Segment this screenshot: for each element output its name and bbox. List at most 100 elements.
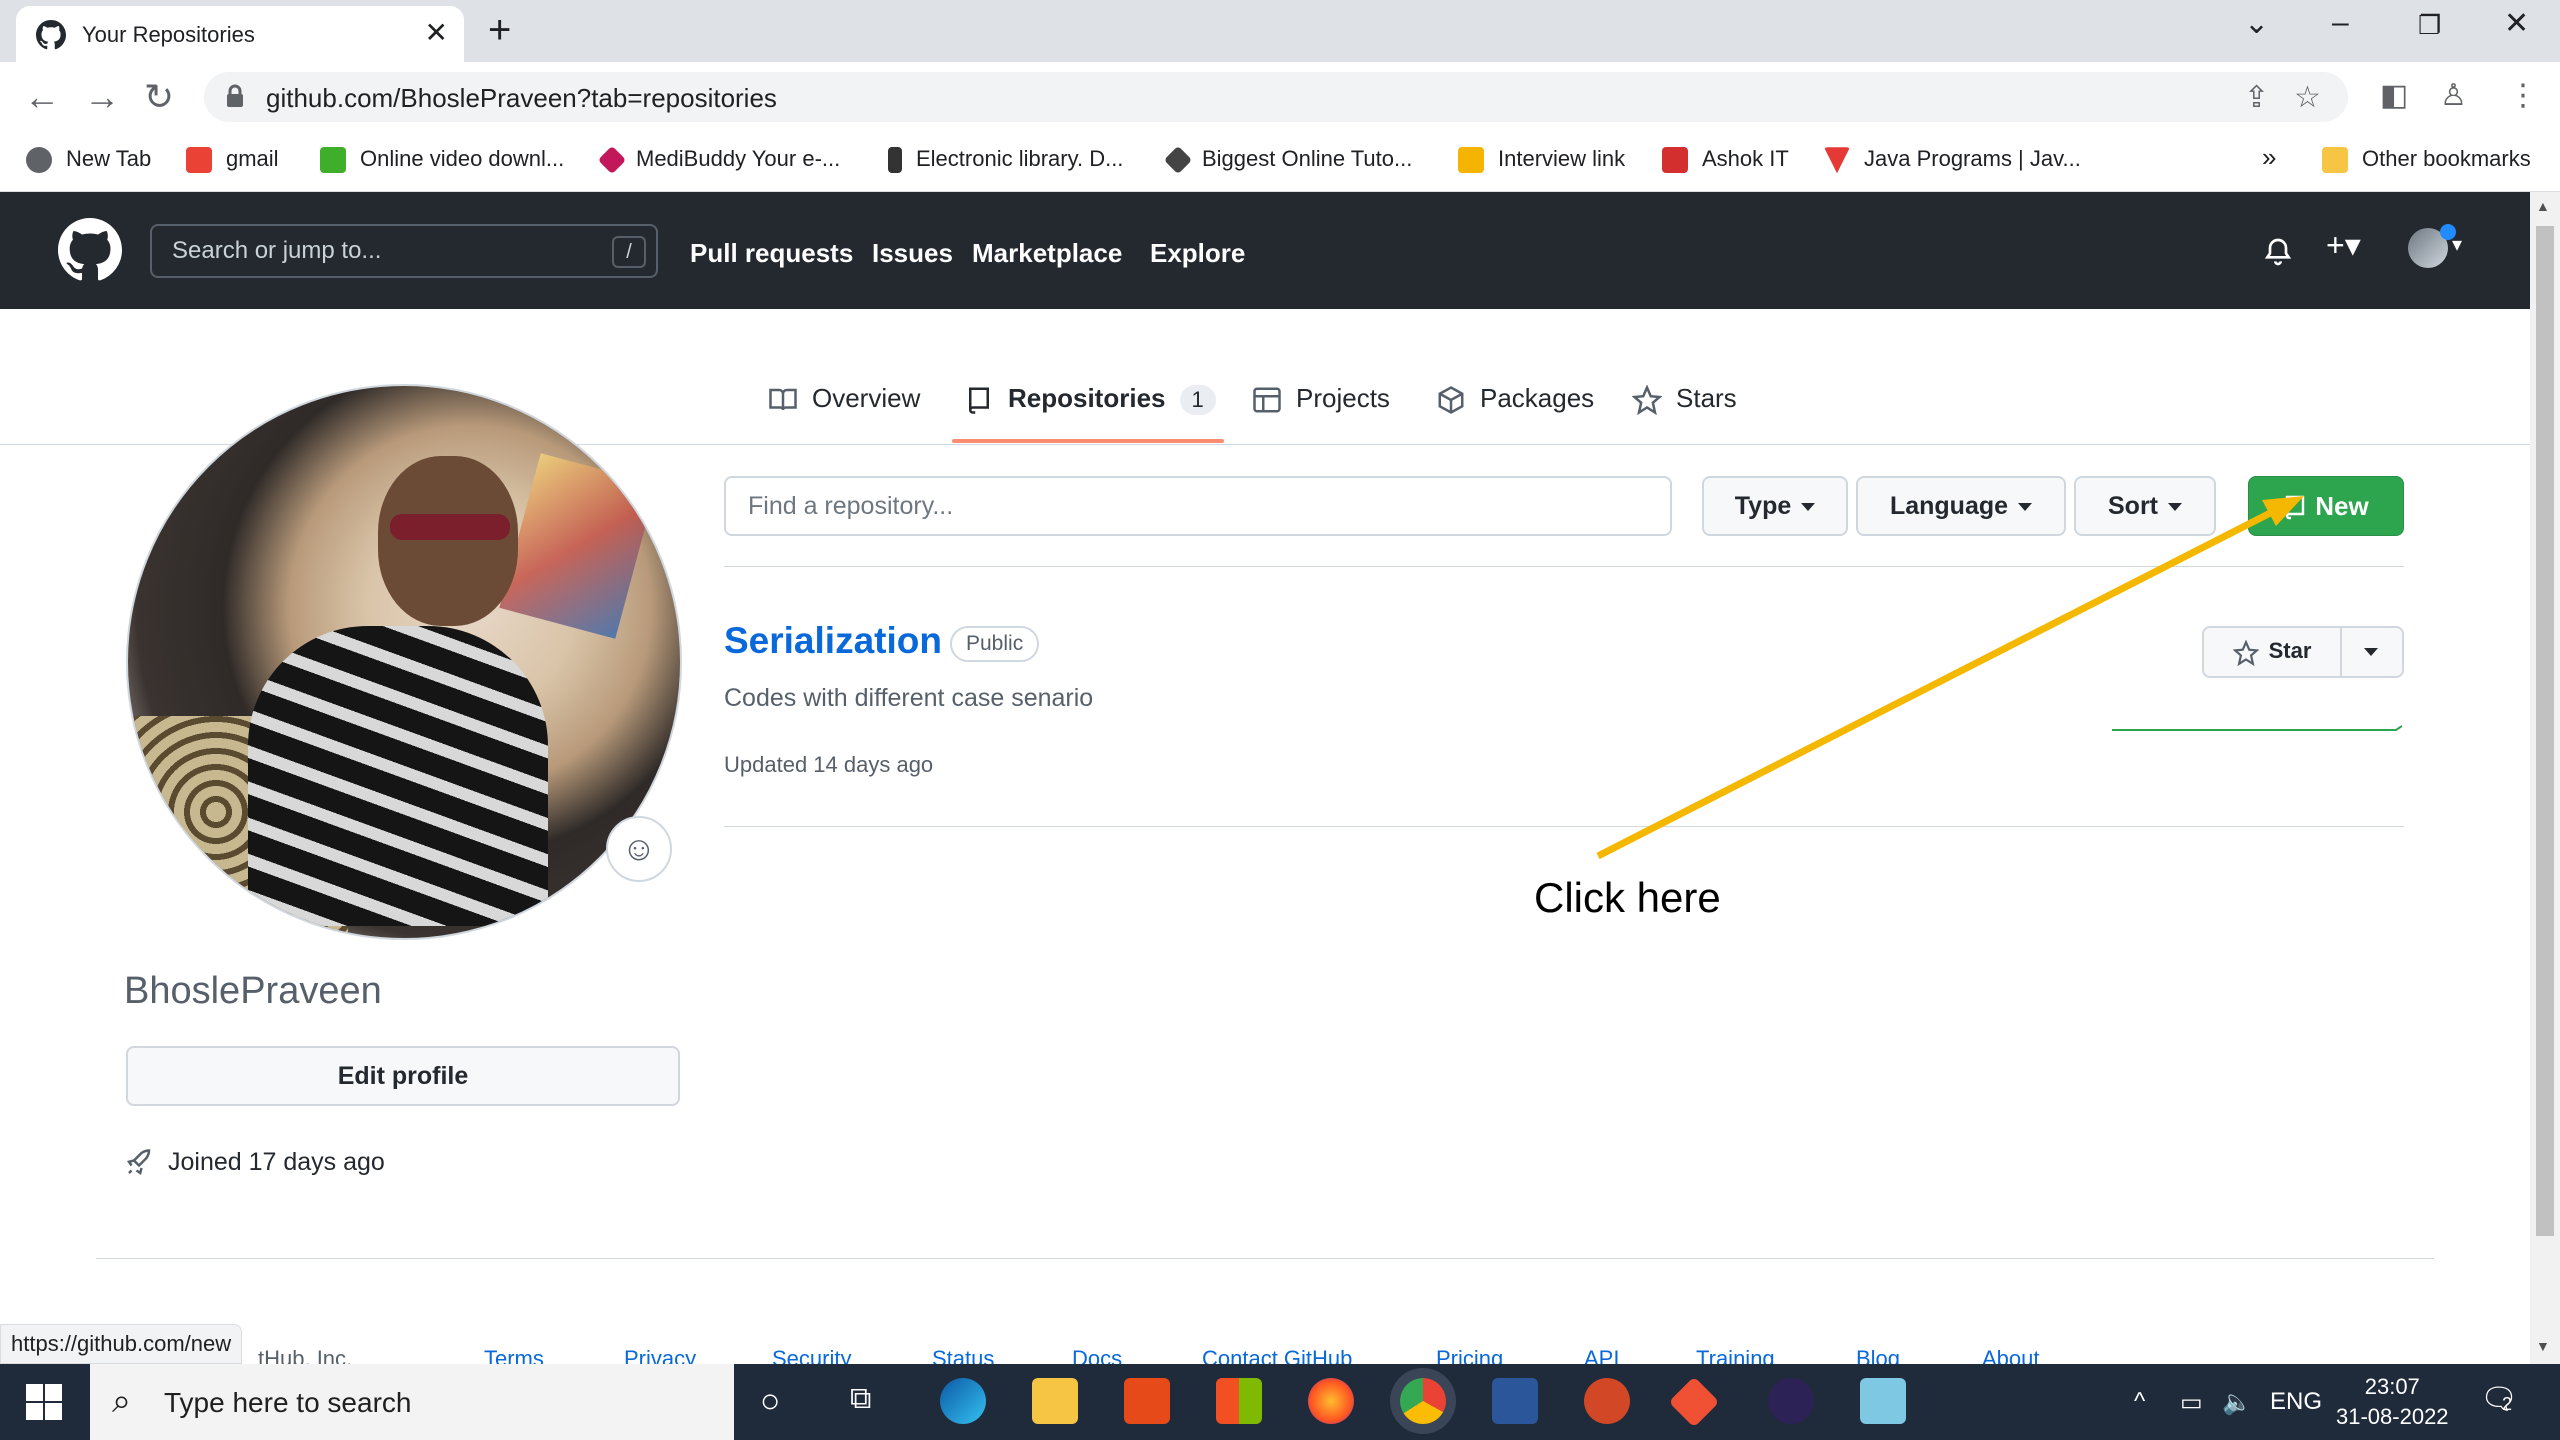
github-search[interactable]: /	[150, 224, 658, 278]
office-icon[interactable]	[1124, 1378, 1170, 1424]
store-icon[interactable]	[1216, 1378, 1262, 1424]
windows-start-icon[interactable]	[24, 1382, 64, 1422]
arrow-line	[1596, 502, 2286, 860]
chevron-down-icon	[2018, 502, 2033, 511]
link-status-url: https://github.com/new	[0, 1324, 243, 1364]
tab-packages[interactable]: Packages	[1436, 383, 1594, 415]
tab-projects[interactable]: Projects	[1252, 383, 1390, 415]
bookmark-ashok-it[interactable]: Ashok IT	[1662, 146, 1789, 174]
cortana-icon[interactable]: ○	[760, 1382, 781, 1421]
find-repository-input[interactable]	[724, 476, 1672, 536]
annotation-text: Click here	[1534, 874, 1721, 921]
bookmark-medibuddy[interactable]: MediBuddy Your e-...	[597, 146, 840, 175]
menu-dots-icon[interactable]: ⋮	[2508, 78, 2538, 113]
taskbar-search[interactable]: ⌕ Type here to search	[90, 1364, 734, 1440]
activity-sparkline	[2112, 725, 2402, 731]
create-new-icon[interactable]: +▾	[2326, 226, 2361, 264]
nav-marketplace[interactable]: Marketplace	[972, 238, 1122, 269]
avatar-photo-detail	[378, 456, 518, 626]
bookmark-electronic-library[interactable]: Electronic library. D...	[888, 146, 1123, 174]
tab-overview[interactable]: Overview	[768, 383, 920, 415]
sort-filter-button[interactable]: Sort	[2074, 476, 2216, 536]
profile-avatar[interactable]	[126, 384, 682, 940]
window-close-icon[interactable]: ✕	[2504, 6, 2529, 41]
side-panel-icon[interactable]: ◧	[2380, 78, 2408, 113]
restore-icon[interactable]: ❐	[2418, 10, 2441, 41]
avatar-photo-detail	[499, 453, 657, 639]
visibility-badge: Public	[950, 626, 1040, 662]
browser-tab[interactable]: Your Repositories ✕	[16, 6, 464, 62]
bookmarks-overflow-icon[interactable]: »	[2262, 142, 2276, 173]
address-bar[interactable]: github.com/BhoslePraveen?tab=repositorie…	[204, 72, 2348, 122]
set-status-smiley-icon[interactable]: ☺	[606, 816, 672, 882]
bookmark-online-tutorials[interactable]: Biggest Online Tuto...	[1163, 146, 1412, 175]
rocket-icon	[126, 1149, 151, 1176]
new-repository-button[interactable]: New	[2248, 476, 2404, 536]
lock-icon	[227, 84, 243, 107]
scrollbar-thumb[interactable]	[2536, 226, 2554, 1236]
tab-repositories[interactable]: Repositories 1	[964, 383, 1216, 415]
firefox-icon[interactable]	[1308, 1378, 1354, 1424]
nav-pull-requests[interactable]: Pull requests	[690, 238, 853, 269]
bookmark-new-tab[interactable]: New Tab	[26, 146, 151, 174]
scroll-down-icon[interactable]: ▼	[2536, 1338, 2550, 1354]
eclipse-icon[interactable]	[1768, 1378, 1814, 1424]
type-filter-button[interactable]: Type	[1702, 476, 1848, 536]
other-bookmarks-folder[interactable]: Other bookmarks	[2322, 146, 2531, 174]
scroll-up-icon[interactable]: ▲	[2536, 198, 2550, 214]
tray-overflow-icon[interactable]: ^	[2134, 1388, 2145, 1416]
repo-divider	[724, 826, 2404, 827]
reload-icon[interactable]: ↻	[144, 76, 174, 118]
word-icon[interactable]	[1492, 1378, 1538, 1424]
url-text: github.com/BhoslePraveen?tab=repositorie…	[266, 83, 777, 113]
profile-icon[interactable]: ♙	[2440, 78, 2467, 113]
star-icon	[1632, 385, 1662, 416]
chrome-icon[interactable]	[1400, 1378, 1446, 1424]
star-list-dropdown[interactable]	[2342, 626, 2404, 678]
notepad-icon[interactable]	[1860, 1378, 1906, 1424]
taskbar-clock[interactable]: 23:07 31-08-2022	[2336, 1372, 2449, 1432]
chevron-down-icon	[1801, 502, 1816, 511]
github-search-input[interactable]	[172, 236, 592, 266]
forward-icon[interactable]: →	[84, 76, 120, 118]
task-view-icon[interactable]: ⧉	[850, 1382, 871, 1416]
bell-icon[interactable]	[2262, 236, 2294, 268]
edge-icon[interactable]	[940, 1378, 986, 1424]
edit-profile-button[interactable]: Edit profile	[126, 1046, 680, 1106]
star-icon	[2232, 639, 2260, 666]
new-tab-button[interactable]: +	[488, 8, 511, 53]
github-logo-icon[interactable]	[58, 218, 122, 282]
nav-issues[interactable]: Issues	[872, 238, 953, 269]
powerpoint-icon[interactable]	[1584, 1378, 1630, 1424]
share-icon[interactable]: ⇪	[2244, 80, 2269, 115]
notifications-icon[interactable]: 🗨	[2480, 1382, 2518, 1417]
package-icon	[1438, 386, 1464, 415]
language-indicator[interactable]: ENG	[2270, 1388, 2322, 1416]
ashok-it-icon	[1662, 147, 1688, 174]
git-icon[interactable]	[1668, 1376, 1720, 1428]
volume-icon[interactable]: 🔈	[2222, 1388, 2252, 1417]
book-icon	[769, 388, 797, 411]
file-explorer-icon[interactable]	[1032, 1378, 1078, 1424]
repo-name-link[interactable]: Serialization	[724, 620, 942, 662]
bookmark-gmail[interactable]: gmail	[186, 146, 279, 174]
bookmark-star-icon[interactable]: ☆	[2294, 80, 2321, 115]
close-tab-icon[interactable]: ✕	[425, 16, 448, 49]
bookmark-video-downloader[interactable]: Online video downl...	[320, 146, 564, 174]
download-arrow-icon	[320, 147, 346, 174]
page-scrollbar[interactable]: ▲ ▼	[2530, 192, 2560, 1364]
battery-icon[interactable]: ▭	[2180, 1388, 2203, 1417]
browser-toolbar: ← → ↻ github.com/BhoslePraveen?tab=repos…	[0, 62, 2560, 132]
back-icon[interactable]: ←	[24, 76, 60, 118]
star-repo-button[interactable]: Star	[2202, 626, 2342, 678]
avatar-caret-icon[interactable]: ▾	[2452, 232, 2462, 257]
language-filter-button[interactable]: Language	[1856, 476, 2066, 536]
tab-search-icon[interactable]: ⌄	[2244, 6, 2269, 41]
footer-divider	[96, 1258, 2434, 1259]
bookmark-interview-link[interactable]: Interview link	[1458, 146, 1625, 174]
minimize-icon[interactable]: –	[2332, 6, 2349, 40]
nav-explore[interactable]: Explore	[1150, 238, 1245, 269]
bookmark-java-programs[interactable]: Java Programs | Jav...	[1824, 146, 2081, 174]
tab-stars[interactable]: Stars	[1632, 383, 1737, 416]
folder-icon	[2322, 147, 2348, 174]
